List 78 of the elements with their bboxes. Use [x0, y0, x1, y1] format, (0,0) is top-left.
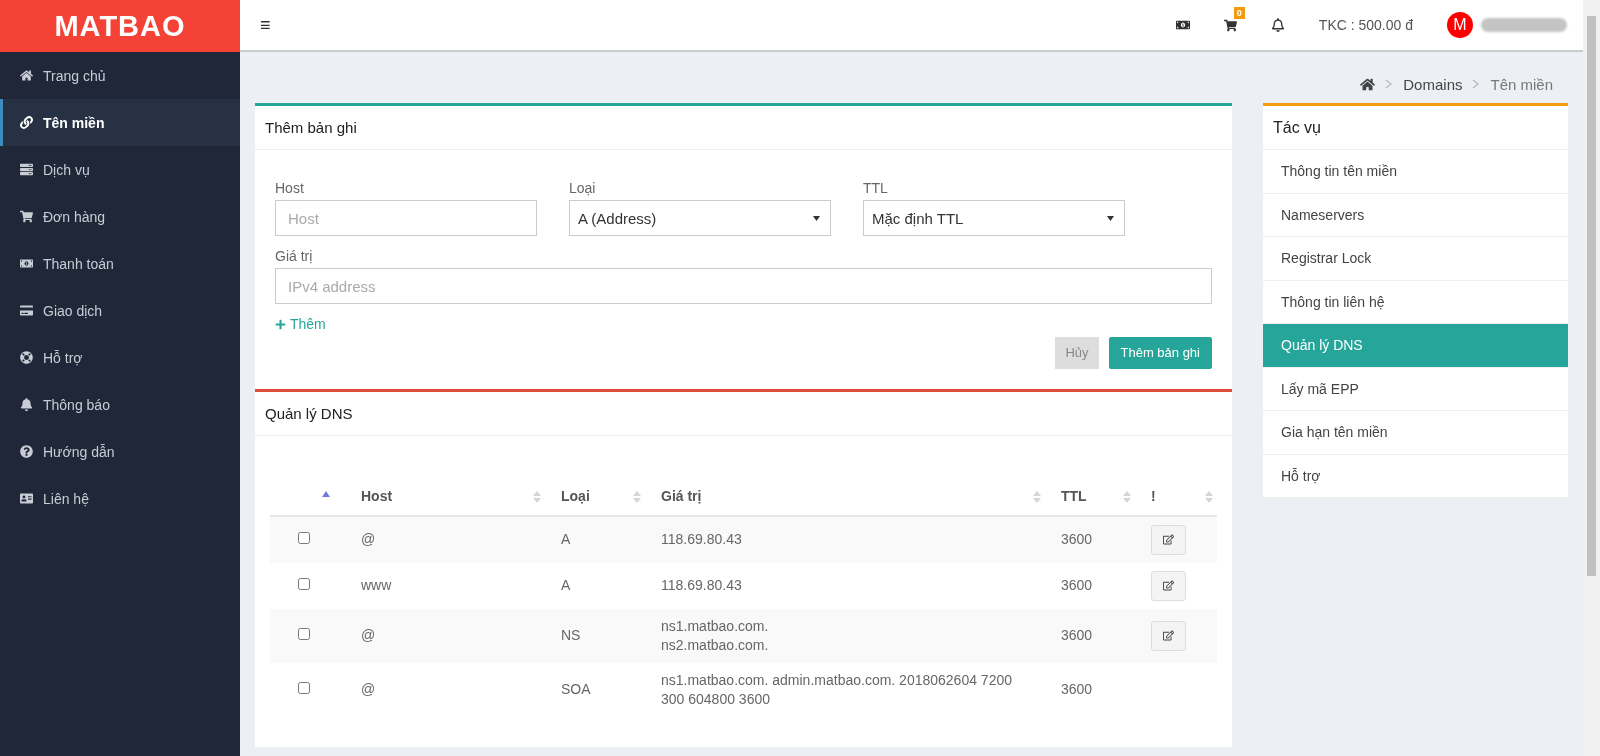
host-field[interactable]: Host: [275, 200, 537, 236]
card-title: Quản lý DNS: [255, 388, 1232, 436]
chevron-right-icon: [1472, 79, 1481, 89]
table-cell: 3600: [1045, 608, 1135, 663]
credit-card-icon: [20, 304, 33, 317]
caret-icon: [813, 215, 820, 221]
card-title: Thêm bản ghi: [255, 103, 1232, 150]
field-label: Giá trị: [275, 248, 314, 264]
table-cell: SOA: [545, 662, 645, 717]
sidebar-item[interactable]: Hỗ trợ: [0, 334, 240, 381]
sidebar-item[interactable]: Đơn hàng: [0, 193, 240, 240]
field-label: Host: [275, 180, 305, 196]
table-cell: @: [345, 662, 545, 717]
sidebar-item[interactable]: Trang chủ: [0, 52, 240, 99]
table-cell: 3600: [1045, 515, 1135, 563]
table-cell: 118.69.80.43: [645, 562, 1045, 609]
edit-icon: [1163, 534, 1174, 545]
sidebar-item[interactable]: Dịch vụ: [0, 146, 240, 193]
lifebuoy-icon: [20, 351, 33, 364]
table-cell: NS: [545, 608, 645, 663]
column-header[interactable]: !: [1151, 488, 1156, 504]
edit-button[interactable]: [1151, 570, 1186, 601]
contact-card-icon: [20, 492, 33, 505]
question-icon: [20, 445, 33, 458]
value-field[interactable]: IPv4 address: [275, 268, 1212, 304]
cart-count-badge: 0: [1233, 6, 1245, 19]
banknote-icon: [20, 257, 33, 270]
sidebar-item[interactable]: Tên miền: [0, 99, 240, 146]
banknote-icon[interactable]: [1175, 18, 1190, 32]
column-header[interactable]: Host: [361, 488, 393, 504]
caret-icon: [1107, 215, 1114, 221]
account-balance: TKC : 500.00 đ: [1318, 17, 1413, 33]
user-avatar[interactable]: M: [1447, 12, 1473, 38]
sidebar-item[interactable]: Giao dịch: [0, 287, 240, 334]
server-icon: [20, 163, 33, 176]
column-header[interactable]: Loại: [561, 488, 590, 504]
sidebar-item[interactable]: Thông báo: [0, 381, 240, 428]
chevron-right-icon: [1385, 79, 1394, 89]
table-cell: 3600: [1045, 662, 1135, 717]
field-label: Loại: [569, 180, 597, 196]
table-cell: 3600: [1045, 562, 1135, 609]
table-cell: 118.69.80.43: [645, 515, 1045, 563]
row-checkbox[interactable]: [298, 532, 310, 544]
cart-icon: [20, 210, 33, 223]
plus-icon: [275, 318, 286, 330]
row-checkbox[interactable]: [298, 682, 310, 694]
table-cell: A: [545, 562, 645, 609]
menu-button[interactable]: ≡: [256, 14, 275, 36]
edit-icon: [1163, 580, 1174, 591]
field-label: TTL: [863, 180, 889, 196]
edit-button[interactable]: [1151, 524, 1186, 555]
bell-icon: [20, 398, 33, 411]
sidebar-item[interactable]: Hướng dẫn: [0, 428, 240, 475]
cart-icon[interactable]: [1223, 18, 1237, 32]
breadcrumb-item[interactable]: Tên miền: [1490, 75, 1553, 93]
home-icon: [20, 69, 33, 82]
link-icon: [20, 116, 33, 129]
home-icon[interactable]: [1360, 76, 1376, 92]
edit-icon: [1163, 630, 1174, 641]
table-cell: A: [545, 515, 645, 563]
edit-button[interactable]: [1151, 620, 1186, 651]
logo: MATBAO: [0, 0, 240, 52]
column-header[interactable]: TTL: [1061, 488, 1087, 504]
table-cell: ns1.matbao.com. ns2.matbao.com.: [645, 608, 1045, 663]
table-cell: www: [345, 562, 545, 609]
select-field[interactable]: A (Address): [569, 200, 831, 236]
table-cell: @: [345, 608, 545, 663]
scrollbar[interactable]: [1583, 0, 1600, 756]
column-header[interactable]: Giá trị: [661, 488, 702, 504]
sidebar-item[interactable]: Liên hệ: [0, 475, 240, 522]
row-checkbox[interactable]: [298, 578, 310, 590]
bell-icon[interactable]: [1270, 18, 1285, 32]
table-cell: ns1.matbao.com. admin.matbao.com. 2018062604 7200 300 604800 3600: [645, 662, 1045, 717]
select-field[interactable]: Mặc định TTL: [863, 200, 1125, 236]
sidebar-item[interactable]: Thanh toán: [0, 240, 240, 287]
breadcrumb-item[interactable]: Domains: [1403, 75, 1463, 93]
row-checkbox[interactable]: [298, 628, 310, 640]
table-cell: @: [345, 515, 545, 563]
